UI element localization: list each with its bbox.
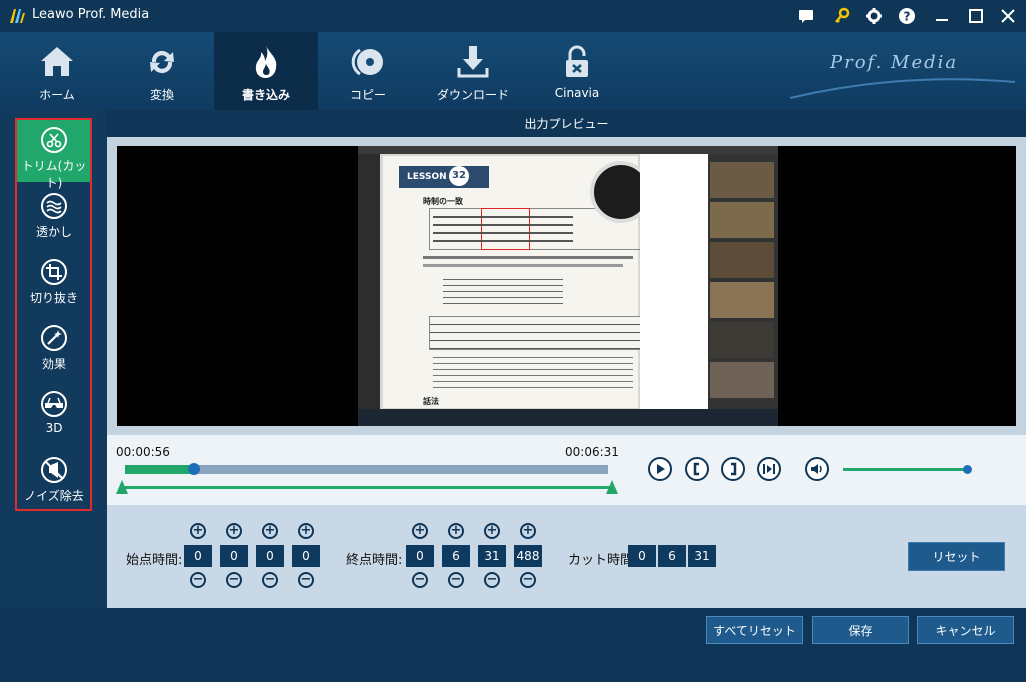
end-seconds-field[interactable]: 31 [478,545,506,567]
svg-text:?: ? [904,10,911,24]
start-ms-plus[interactable]: + [298,523,314,539]
start-minutes-plus[interactable]: + [226,523,242,539]
main-nav: ホーム 変換 書き込み コピー ダウンロード Cinavia Prof. Med… [0,32,1026,110]
trim-range-line [122,486,612,489]
video-frame: LESSON 32 時制の一致 話法 [358,146,778,426]
start-seconds-field[interactable]: 0 [256,545,284,567]
end-minutes-plus[interactable]: + [448,523,464,539]
nav-item-copy[interactable]: コピー [318,32,418,110]
reset-button[interactable]: リセット [908,542,1005,571]
volume-slider[interactable] [843,468,968,471]
end-minutes-field[interactable]: 6 [442,545,470,567]
start-seconds-minus[interactable]: − [262,572,278,588]
sidebar-highlight-outline [15,118,92,511]
start-minutes-field[interactable]: 0 [220,545,248,567]
bracket-end-icon [731,462,737,476]
cut-minutes-field: 6 [658,545,686,567]
cut-hours-field: 0 [628,545,656,567]
end-ms-plus[interactable]: + [520,523,536,539]
participant-tile [710,242,774,278]
burn-icon [246,42,286,82]
windows-taskbar [358,409,778,426]
participant-tile [710,202,774,238]
convert-icon [142,42,182,82]
trim-start-marker[interactable] [116,480,128,494]
nav-item-home[interactable]: ホーム [7,32,107,110]
home-icon [37,42,77,82]
start-hours-plus[interactable]: + [190,523,206,539]
speaker-icon [811,464,822,474]
end-hours-field[interactable]: 0 [406,545,434,567]
start-ms-minus[interactable]: − [298,572,314,588]
total-time: 00:06:31 [565,445,619,459]
participant-tile [710,362,774,398]
participant-tile [710,162,774,198]
section-heading: 時制の一致 [423,197,463,206]
trim-end-marker[interactable] [606,480,618,494]
cut-time-label: カット時間: [568,553,638,568]
lesson-label: LESSON [407,172,447,182]
volume-thumb[interactable] [963,465,972,474]
start-time-label: 始点時間: [126,553,183,568]
chat-icon[interactable] [796,6,816,26]
start-minutes-minus[interactable]: − [226,572,242,588]
end-seconds-plus[interactable]: + [484,523,500,539]
nav-item-download[interactable]: ダウンロード [423,32,523,110]
reset-all-button[interactable]: すべてリセット [706,616,803,644]
play-segment-icon [763,464,775,474]
save-button[interactable]: 保存 [812,616,909,644]
participant-column [708,154,778,409]
maximize-icon[interactable] [966,6,986,26]
participant-tile [710,322,774,358]
gear-icon[interactable] [864,6,884,26]
end-hours-plus[interactable]: + [412,523,428,539]
app-logo-icon [8,7,26,25]
cancel-button[interactable]: キャンセル [917,616,1014,644]
volume-button[interactable] [805,457,829,481]
help-icon[interactable]: ? [897,6,917,26]
textbook-page: LESSON 32 時制の一致 話法 [383,156,652,408]
copy-disc-icon [348,42,388,82]
nav-item-convert[interactable]: 変換 [112,32,212,110]
start-hours-minus[interactable]: − [190,572,206,588]
nav-item-burn[interactable]: 書き込み [214,32,318,110]
start-seconds-plus[interactable]: + [262,523,278,539]
section-2: 話法 [423,397,439,406]
left-toolbar [358,154,380,409]
play-icon [657,464,665,474]
end-hours-minus[interactable]: − [412,572,428,588]
current-time: 00:00:56 [116,445,170,459]
end-minutes-minus[interactable]: − [448,572,464,588]
play-segment-button[interactable] [757,457,781,481]
end-ms-minus[interactable]: − [520,572,536,588]
end-ms-field[interactable]: 488 [514,545,542,567]
start-hours-field[interactable]: 0 [184,545,212,567]
cut-seconds-field: 31 [688,545,716,567]
participant-tile [710,282,774,318]
minimize-icon[interactable] [932,6,952,26]
preview-title: 出力プレビュー [107,111,1026,137]
title-bar: Leawo Prof. Media ? [0,0,1026,32]
end-seconds-minus[interactable]: − [484,572,500,588]
start-ms-field[interactable]: 0 [292,545,320,567]
set-start-button[interactable] [685,457,709,481]
bracket-start-icon [693,462,699,476]
end-time-label: 終点時間: [346,553,403,568]
lesson-number: 32 [449,166,469,186]
close-icon[interactable] [998,6,1018,26]
window-titlebar [358,146,778,154]
cinavia-lock-icon [557,42,597,82]
timeline-thumb[interactable] [188,463,200,475]
nav-item-cinavia[interactable]: Cinavia [527,32,627,110]
key-icon[interactable] [832,6,852,26]
play-button[interactable] [648,457,672,481]
red-annotation [481,208,530,250]
brand-text: Prof. Media [830,52,959,73]
app-title: Leawo Prof. Media [32,7,150,22]
download-icon [453,42,493,82]
set-end-button[interactable] [721,457,745,481]
chat-panel [640,154,708,409]
timeline-progress [125,465,194,474]
